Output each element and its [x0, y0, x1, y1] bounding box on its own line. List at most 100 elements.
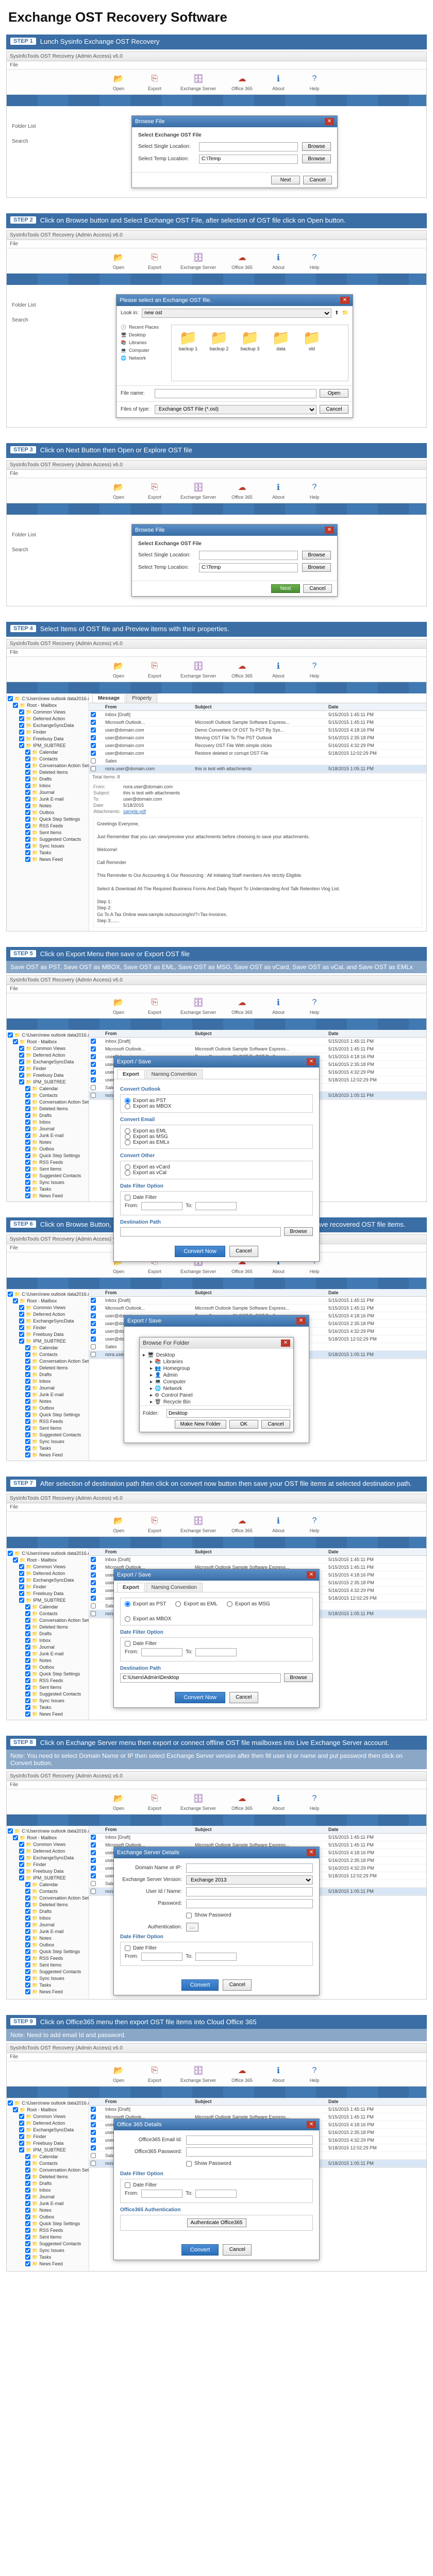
detail-attachment[interactable]: sample.pdf: [123, 809, 146, 814]
tree-mailbox[interactable]: 📁Root - Mailbox: [8, 1557, 88, 1564]
mail-check[interactable]: [91, 2145, 96, 2150]
tree-node[interactable]: 📁Inbox: [8, 1378, 88, 1385]
tree-node[interactable]: 📁Deferred Action: [8, 716, 88, 722]
mail-check[interactable]: [91, 766, 96, 771]
tree-node[interactable]: 📁Suggested Contacts: [8, 836, 88, 843]
export-button[interactable]: ⎘Export: [144, 251, 165, 270]
tree-node[interactable]: 📁Quick Step Settings: [8, 1153, 88, 1159]
help-button[interactable]: ?Help: [304, 481, 325, 500]
mail-row[interactable]: Inbox [Draft] 5/15/2015 1:45:11 PM: [89, 2106, 426, 2113]
mail-row[interactable]: user@domain.com Recovery OST File With s…: [89, 742, 426, 750]
tree-node[interactable]: 📁Contacts: [8, 756, 88, 762]
open-button[interactable]: 📂Open: [108, 660, 129, 679]
tree-root[interactable]: 📁C:\Users\new outlook data2016.ost: [8, 1291, 88, 1298]
tree-node[interactable]: 📁ExchangeSyncData: [8, 1318, 88, 1325]
tree-node[interactable]: 📁Sent Items: [8, 2234, 88, 2241]
tree-node[interactable]: 📁News Feed: [8, 1452, 88, 1459]
tree-node[interactable]: 📁Common Views: [8, 709, 88, 716]
tree-node[interactable]: 📁Drafts: [8, 1631, 88, 1637]
mail-row[interactable]: user@domain.com Moving OST File To The P…: [89, 734, 426, 742]
tree-node[interactable]: ▸🌐Network: [143, 1385, 290, 1392]
opt-pst[interactable]: [125, 1601, 130, 1607]
tree-node[interactable]: 📁Sync Issues: [8, 1975, 88, 1982]
folder-item[interactable]: 📁old: [299, 329, 324, 351]
opt-vcard[interactable]: [125, 1164, 130, 1170]
cancel-file-button[interactable]: Cancel: [320, 405, 348, 414]
tree-node[interactable]: 📁Outbox: [8, 1146, 88, 1153]
opt-mbox[interactable]: [125, 1104, 130, 1109]
mail-check[interactable]: [91, 1588, 96, 1593]
tree-node[interactable]: 📁Tasks: [8, 2254, 88, 2261]
open-button[interactable]: 📂Open: [108, 2064, 129, 2083]
opt-eml[interactable]: [175, 1601, 181, 1607]
tree-node[interactable]: 📁IPM_SUBTREE: [8, 1875, 88, 1882]
tree-node[interactable]: 📁IPM_SUBTREE: [8, 1597, 88, 1604]
open-button[interactable]: 📂Open: [108, 996, 129, 1015]
tree-node[interactable]: 📁Outbox: [8, 2214, 88, 2221]
tree-node[interactable]: ▸🖥Desktop: [143, 1352, 290, 1359]
close-icon[interactable]: ✕: [307, 2121, 316, 2128]
cancel-button[interactable]: Cancel: [229, 1692, 258, 1703]
file-menu[interactable]: File: [7, 985, 426, 993]
mail-check[interactable]: [91, 1321, 96, 1326]
tree-node[interactable]: 📁Sync Issues: [8, 1698, 88, 1704]
office365-button[interactable]: ☁Office 365: [231, 1792, 253, 1811]
browse-temp-button[interactable]: Browse: [302, 155, 331, 163]
tree-node[interactable]: 📁Notes: [8, 1657, 88, 1664]
tree-node[interactable]: 📁Conversation Action Settings: [8, 1895, 88, 1902]
tree-node[interactable]: 📁Finder: [8, 729, 88, 736]
tree-node[interactable]: 📁Tasks: [8, 1186, 88, 1193]
help-button[interactable]: ?Help: [304, 73, 325, 91]
tree-node[interactable]: 📁Sent Items: [8, 1166, 88, 1173]
close-icon[interactable]: ✕: [340, 297, 349, 304]
tree-node[interactable]: 📁News Feed: [8, 1193, 88, 1199]
tree-node[interactable]: 📁Suggested Contacts: [8, 1173, 88, 1179]
close-icon[interactable]: ✕: [307, 1849, 316, 1856]
tree-node[interactable]: 📁News Feed: [8, 856, 88, 863]
show-password-chk[interactable]: [186, 1911, 192, 1920]
convert-now-button[interactable]: Convert Now: [175, 1246, 225, 1257]
mail-row[interactable]: Inbox [Draft] 5/15/2015 1:45:11 PM: [89, 1834, 426, 1841]
tree-node[interactable]: 📁Suggested Contacts: [8, 1432, 88, 1438]
tree-mailbox[interactable]: 📁Root - Mailbox: [8, 702, 88, 709]
chk-date-filter[interactable]: [125, 2182, 130, 2188]
folder-item[interactable]: 📁backup 2: [207, 329, 231, 351]
temp-input[interactable]: [199, 155, 298, 164]
server-button[interactable]: 🗄Exchange Server: [180, 996, 216, 1015]
filetype-select[interactable]: Exchange OST File (*.ost): [155, 405, 317, 414]
tree-node[interactable]: 📁Contacts: [8, 1092, 88, 1099]
tree-root[interactable]: 📁C:\Users\new outlook data2016.ost: [8, 1550, 88, 1557]
close-icon[interactable]: ✕: [325, 118, 334, 125]
tree-node[interactable]: 📁Notes: [8, 1139, 88, 1146]
filename-input[interactable]: [155, 389, 317, 398]
tree-node[interactable]: 📁Drafts: [8, 2180, 88, 2187]
open-button[interactable]: 📂Open: [108, 481, 129, 500]
file-menu[interactable]: File: [7, 1781, 426, 1789]
office365-button[interactable]: ☁Office 365: [231, 660, 253, 679]
office365-button[interactable]: ☁Office 365: [231, 251, 253, 270]
export-button[interactable]: ⎘Export: [144, 660, 165, 679]
mail-check[interactable]: [91, 720, 96, 725]
convert-button[interactable]: Convert: [181, 1979, 219, 1991]
tree-node[interactable]: 📁Freebusy Data: [8, 1590, 88, 1597]
date-to[interactable]: [195, 1953, 237, 1961]
office365-button[interactable]: ☁Office 365: [231, 996, 253, 1015]
tree-node[interactable]: 📁Calendar: [8, 749, 88, 756]
tree-node[interactable]: 📁Sync Issues: [8, 1438, 88, 1445]
tree-node[interactable]: 📁Journal: [8, 1385, 88, 1392]
tree-node[interactable]: 📁Outbox: [8, 1405, 88, 1412]
mail-check[interactable]: [91, 1062, 96, 1067]
mail-check[interactable]: [91, 712, 96, 717]
close-icon[interactable]: ✕: [325, 527, 334, 534]
tree-root[interactable]: 📁C:\Users\new outlook data2016.ost: [8, 1032, 88, 1039]
help-button[interactable]: ?Help: [304, 1515, 325, 1533]
domain-input[interactable]: [186, 1863, 313, 1873]
mail-check[interactable]: [91, 1313, 96, 1318]
tree-node[interactable]: ▸📚Libraries: [143, 1359, 290, 1365]
sidebar-network[interactable]: 🌐Network: [121, 355, 167, 361]
office365-button[interactable]: ☁Office 365: [231, 481, 253, 500]
tree-node[interactable]: 📁Deferred Action: [8, 1052, 88, 1059]
mail-check[interactable]: [91, 1889, 96, 1894]
next-button[interactable]: Next: [271, 584, 300, 593]
tree-node[interactable]: ▸⚙Control Panel: [143, 1392, 290, 1399]
